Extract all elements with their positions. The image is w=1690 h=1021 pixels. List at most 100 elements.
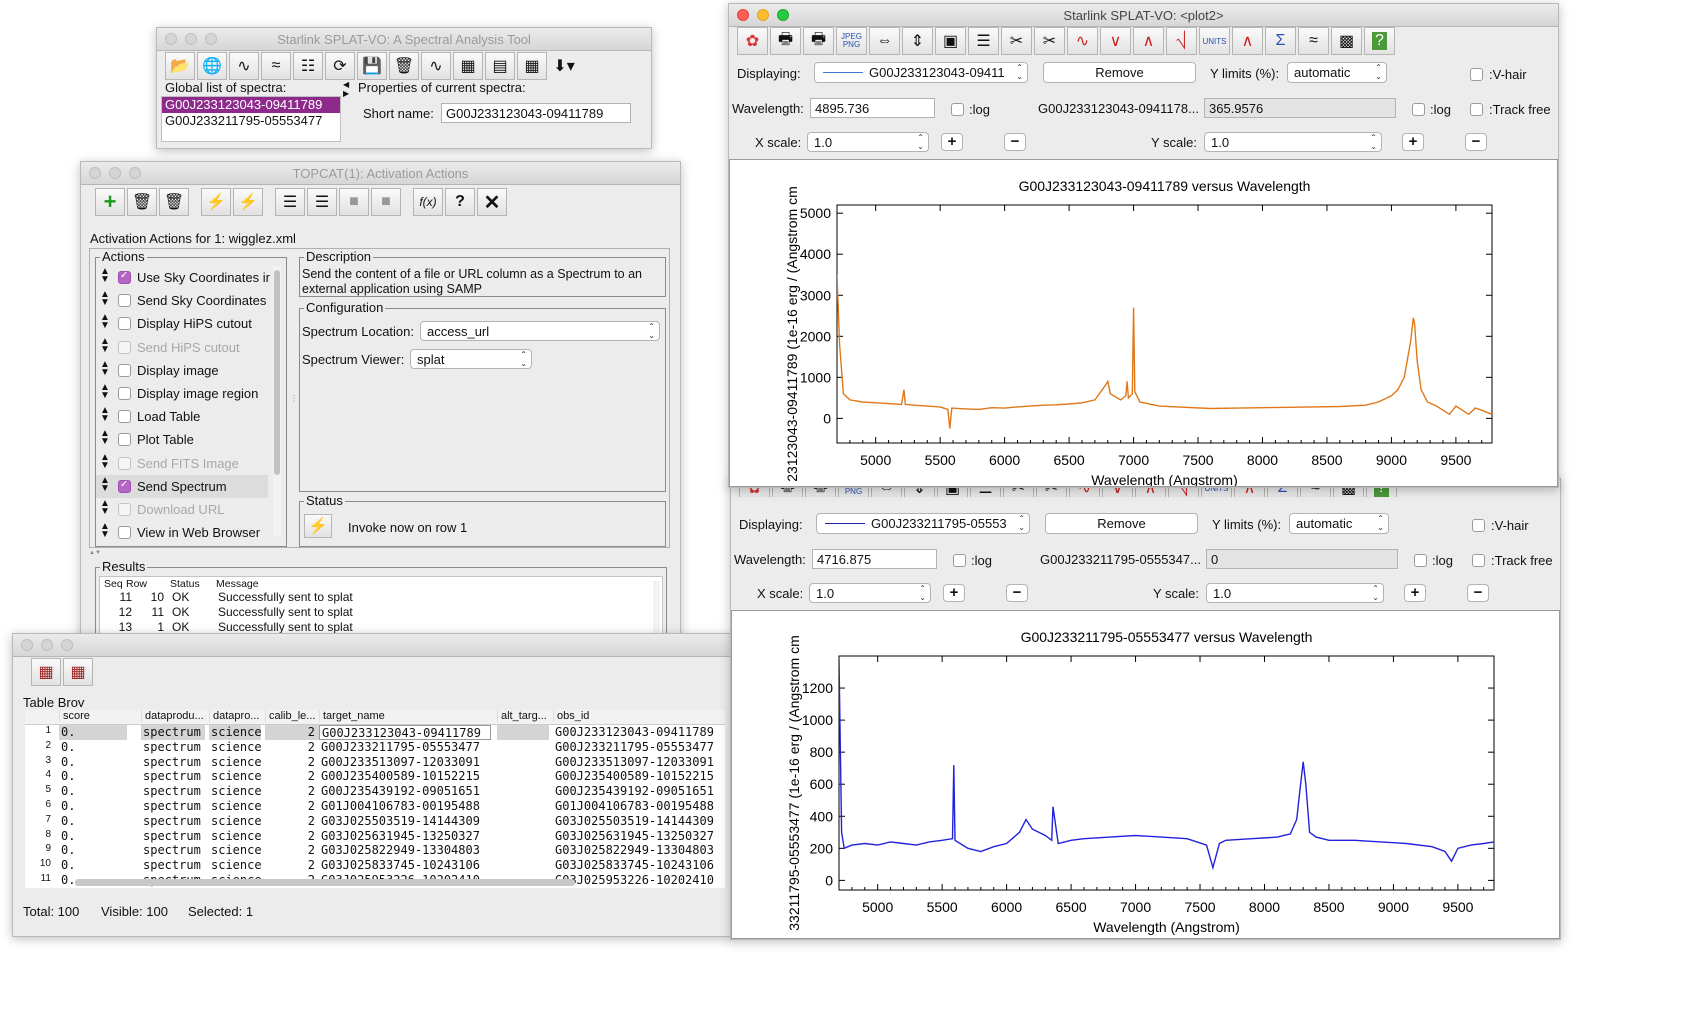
table-cell[interactable]: science [209, 843, 261, 858]
arrow-down-icon[interactable]: ⬇▾ [549, 52, 579, 80]
vhair-checkbox[interactable] [1470, 68, 1483, 81]
table-cell[interactable]: 2 [265, 799, 319, 814]
close-icon[interactable]: ✕ [477, 188, 507, 216]
table-cell[interactable]: G01J004106783-00195488 [319, 799, 493, 814]
list-item[interactable]: G00J233123043-09411789 [162, 97, 340, 113]
help-icon[interactable]: ? [445, 188, 475, 216]
reorder-arrows-icon[interactable]: ▲ ▼ [100, 290, 110, 308]
table-cell[interactable] [497, 769, 549, 784]
plot3-chart[interactable]: 5000 5500 6000 6500 7000 7500 8000 8500 9000 9500… [732, 611, 1559, 938]
trash-icon[interactable]: 🗑 [389, 52, 419, 80]
table-cell[interactable] [497, 858, 549, 873]
action-checkbox[interactable] [118, 317, 131, 331]
yscale-field[interactable]: 1.0 [1206, 583, 1384, 603]
splitter-arrow-icon[interactable]: ◀ ▶ [343, 80, 349, 98]
column-header[interactable]: target_name [319, 710, 497, 722]
action-item[interactable]: ▲ ▼ Load Table [96, 405, 268, 428]
action-checkbox[interactable] [118, 433, 131, 447]
table-cell[interactable]: G03J025822949-13304803 [553, 843, 725, 858]
table-cell[interactable]: 2 [265, 858, 319, 873]
wavelength-field[interactable]: 4716.875 [812, 549, 937, 569]
ylog-checkbox[interactable] [1412, 103, 1425, 116]
table-cell[interactable]: 2 [265, 829, 319, 844]
ylog-checkbox[interactable] [1414, 554, 1427, 567]
reorder-arrows-icon[interactable]: ▲ ▼ [100, 522, 110, 540]
delete-action-icon[interactable]: 🗑 [127, 188, 157, 216]
action-item[interactable]: ▲ ▼ Display image [96, 359, 268, 382]
table-row[interactable]: 9 0. spectrum science 2 G03J025822949-1330480… [25, 843, 725, 858]
table-cell[interactable]: spectrum [141, 858, 205, 873]
reorder-arrows-icon[interactable]: ▲ ▼ [100, 313, 110, 331]
table-cell[interactable]: spectrum [141, 799, 205, 814]
table-cell[interactable]: 0. [59, 769, 127, 784]
table-cell[interactable]: 2 [265, 814, 319, 829]
refresh-icon[interactable]: ⟳ [325, 52, 355, 80]
table-cell[interactable]: science [209, 784, 261, 799]
table-cell[interactable]: G01J004106783-00195488 [553, 799, 725, 814]
table-cell[interactable]: G00J233123043-09411789 [319, 725, 491, 740]
globe-icon[interactable]: 🌐 [197, 52, 227, 80]
table-cell[interactable]: science [209, 740, 261, 755]
table-cell[interactable] [497, 829, 549, 844]
table-cell[interactable]: spectrum [141, 755, 205, 770]
stack-layers-icon[interactable]: ≈ [1298, 27, 1329, 55]
yscale-plus-button[interactable]: + [1404, 584, 1426, 602]
table-row[interactable]: 8 0. spectrum science 2 G03J025631945-1325032… [25, 829, 725, 844]
spectrum-location-combo[interactable]: access_url [420, 321, 660, 341]
table-cell[interactable]: 2 [265, 740, 319, 755]
action-item[interactable]: ▲ ▼ Send FITS Image [96, 452, 268, 475]
table-view-icon[interactable]: ▦ [31, 658, 61, 686]
table-cell[interactable]: 2 [265, 769, 319, 784]
table-row[interactable]: 2 0. spectrum science 2 G00J233211795-0555347… [25, 740, 725, 755]
action-item[interactable]: ▲ ▼ View in Web Browser [96, 521, 268, 544]
list-item[interactable]: G00J233211795-05553477 [162, 113, 340, 129]
action-item[interactable]: ▲▼ Use Sky Coordinates ir [96, 266, 270, 289]
spectrum-search-icon[interactable]: ∿ [229, 52, 259, 80]
spectrum-strip-icon[interactable]: ▩ [1331, 27, 1362, 55]
action-item[interactable]: ▲ ▼ Display HiPS cutout [96, 312, 268, 335]
action-checkbox[interactable] [118, 526, 131, 540]
splitter-handle-icon[interactable]: ⋮ [290, 394, 298, 403]
sigma-icon[interactable]: Σ [1265, 27, 1296, 55]
yscale-plus-button[interactable]: + [1402, 133, 1424, 151]
table-cell[interactable] [497, 799, 549, 814]
table-cell[interactable]: G03J025833745-10243106 [553, 858, 725, 873]
action-checkbox[interactable] [118, 363, 131, 377]
spectrum-viewer-combo[interactable]: splat [410, 349, 532, 369]
line-fit-icon[interactable]: ∿ [1067, 27, 1098, 55]
table-cell[interactable]: G03J025953226-10202410 [553, 873, 725, 888]
palette-icon[interactable]: ✿ [737, 27, 768, 55]
table-icon[interactable]: ▦ [517, 52, 547, 80]
add-action-icon[interactable]: + [95, 188, 125, 216]
xscale-field[interactable]: 1.0 [809, 583, 931, 603]
yscale-minus-button[interactable]: − [1467, 584, 1489, 602]
table-row[interactable]: 4 0. spectrum science 2 G00J235400589-1015221… [25, 769, 725, 784]
cut-icon[interactable]: ✂ [1001, 27, 1032, 55]
action-checkbox[interactable] [118, 270, 131, 284]
hierarchy-icon[interactable]: ☷ [293, 52, 323, 80]
table-cell[interactable]: 2 [265, 755, 319, 770]
help-book-icon[interactable]: ? [1364, 27, 1395, 55]
xscale-minus-button[interactable]: − [1006, 584, 1028, 602]
table-cell[interactable]: 0. [59, 858, 127, 873]
function-icon[interactable]: f(x) [413, 188, 443, 216]
ylimits-combo[interactable]: automatic [1289, 513, 1389, 534]
reorder-arrows-icon[interactable]: ▲ ▼ [100, 429, 110, 447]
multi-plot-icon[interactable]: ▦ [453, 52, 483, 80]
spline-icon[interactable]: ∨ [1100, 27, 1131, 55]
table-cell[interactable]: spectrum [141, 814, 205, 829]
table-cell[interactable]: 0. [59, 814, 127, 829]
table-row[interactable]: 10 0. spectrum science 2 G03J025833745-102431… [25, 858, 725, 873]
action-item[interactable]: ▲ ▼ Plot Table [96, 428, 268, 451]
reorder-arrows-icon[interactable]: ▲ ▼ [100, 475, 110, 493]
action-checkbox[interactable] [118, 502, 131, 516]
reorder-arrows-icon[interactable]: ▲ ▼ [100, 452, 110, 470]
xlog-checkbox[interactable] [953, 554, 966, 567]
stack-icon[interactable]: ▤ [485, 52, 515, 80]
table-cell[interactable]: 0. [59, 843, 127, 858]
table-cell[interactable]: spectrum [141, 829, 205, 844]
table-cell[interactable]: G00J235400589-10152215 [319, 769, 493, 784]
action-item[interactable]: ▲ ▼ Display image region [96, 382, 268, 405]
peak-icon[interactable]: ∧ [1133, 27, 1164, 55]
invoke-icon[interactable]: ⚡ [201, 188, 231, 216]
